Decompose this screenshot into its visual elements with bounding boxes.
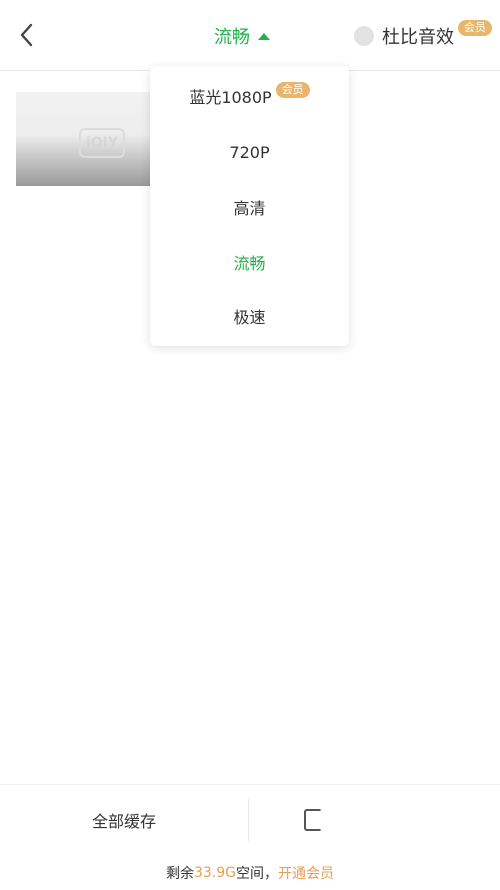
storage-prefix: 剩余 (165, 866, 194, 882)
dolby-label: 杜比音效 (382, 27, 454, 48)
iqiyi-logo: iQIY (79, 128, 125, 158)
quality-dropdown-toggle[interactable]: 流畅 (214, 20, 270, 52)
option-label: 极速 (233, 308, 266, 327)
storage-amount: 33.9G (193, 865, 237, 881)
quality-selected-label: 流畅 (214, 27, 250, 48)
download-manager-button[interactable] (250, 785, 500, 855)
quality-option-fast[interactable]: 极速 (150, 292, 349, 340)
cache-all-button[interactable]: 全部缓存 (0, 785, 248, 855)
quality-option-hd[interactable]: 高清 (150, 183, 349, 231)
caret-up-icon (258, 32, 270, 40)
storage-suffix: 空间， (236, 866, 279, 882)
quality-option-1080p[interactable]: 蓝光1080P 会员 (150, 72, 349, 120)
dolby-radio[interactable] (354, 26, 374, 46)
option-label: 720P (229, 142, 270, 162)
option-label: 蓝光1080P (189, 88, 272, 107)
back-button[interactable] (10, 18, 44, 52)
top-bar: 流畅 杜比音效 会员 (0, 0, 500, 71)
storage-info: 剩余 33.9G 空间， 开通会员 (0, 856, 500, 890)
bottom-action-bar: 全部缓存 (0, 784, 500, 855)
divider (248, 799, 249, 841)
open-vip-link[interactable]: 开通会员 (278, 863, 334, 883)
vip-badge: 会员 (458, 20, 492, 36)
quality-option-720p[interactable]: 720P (150, 128, 349, 176)
quality-option-smooth[interactable]: 流畅 (150, 238, 349, 286)
quality-dropdown-menu: 蓝光1080P 会员 720P 高清 流畅 极速 (150, 66, 349, 346)
option-label: 流畅 (233, 254, 266, 273)
chevron-left-icon (20, 23, 33, 47)
clip-icon (304, 809, 322, 831)
dolby-audio-option[interactable]: 杜比音效 会员 (354, 20, 492, 50)
cache-all-label: 全部缓存 (91, 812, 156, 831)
vip-badge: 会员 (275, 82, 310, 98)
option-label: 高清 (233, 199, 266, 218)
